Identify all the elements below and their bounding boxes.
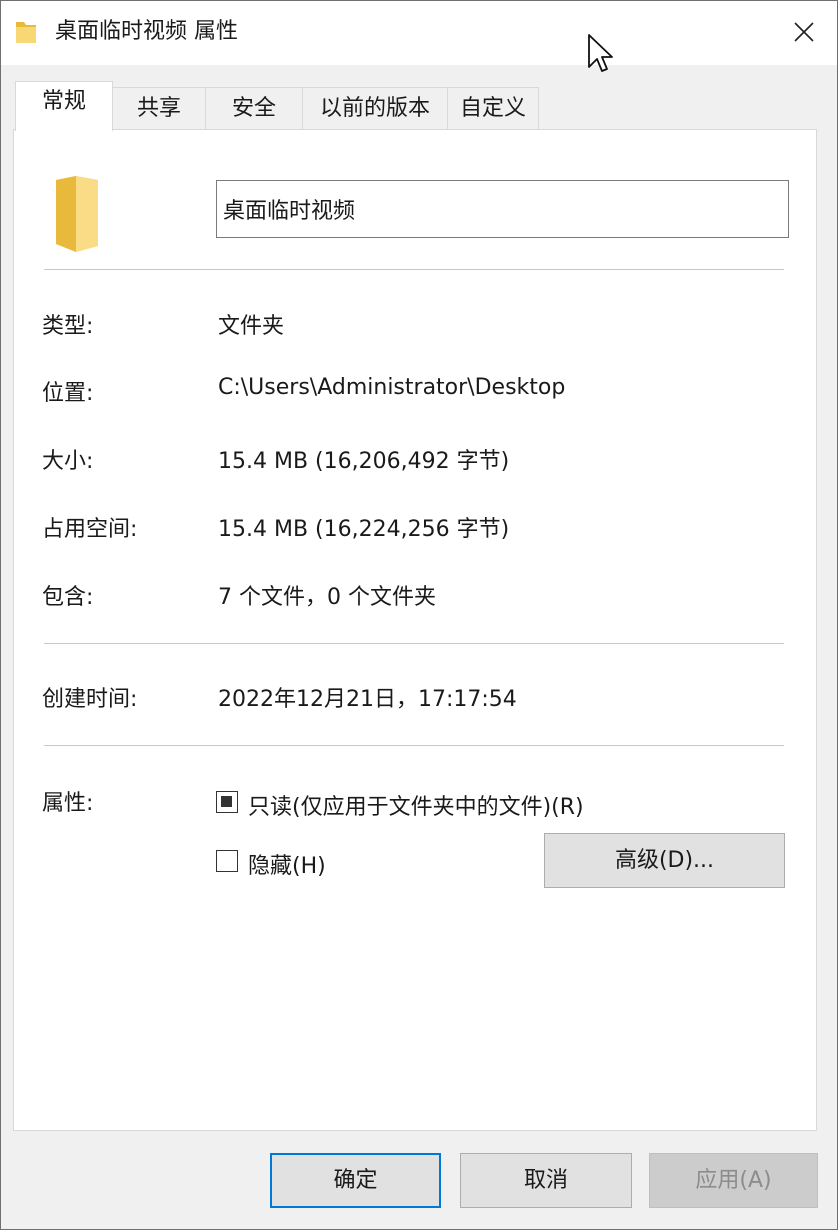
close-icon — [794, 22, 814, 42]
location-value: C:\Users\Administrator\Desktop — [218, 375, 566, 400]
separator — [44, 745, 784, 746]
mouse-cursor-icon — [588, 34, 613, 72]
tab-security[interactable]: 安全 — [205, 87, 303, 129]
readonly-checkbox-label[interactable]: 只读(仅应用于文件夹中的文件)(R) — [248, 789, 584, 821]
size-on-disk-label: 占用空间: — [42, 517, 138, 542]
separator — [44, 269, 784, 270]
separator — [44, 643, 784, 644]
attributes-label: 属性: — [42, 791, 94, 816]
ok-button[interactable]: 确定 — [270, 1153, 441, 1208]
tab-previous-versions[interactable]: 以前的版本 — [302, 87, 448, 129]
tab-sharing[interactable]: 共享 — [112, 87, 206, 129]
size-label: 大小: — [42, 449, 94, 474]
created-label: 创建时间: — [42, 687, 138, 712]
folder-name-input[interactable] — [216, 180, 789, 238]
type-value: 文件夹 — [218, 314, 285, 339]
general-tab-panel: 类型: 文件夹 位置: C:\Users\Administrator\Deskt… — [13, 129, 817, 1131]
tab-general[interactable]: 常规 — [15, 81, 113, 131]
cancel-button[interactable]: 取消 — [460, 1153, 632, 1208]
window-title: 桌面临时视频 属性 — [55, 19, 238, 44]
contains-value: 7 个文件，0 个文件夹 — [218, 585, 436, 610]
size-on-disk-value: 15.4 MB (16,224,256 字节) — [218, 517, 510, 542]
hidden-checkbox-label[interactable]: 隐藏(H) — [248, 848, 326, 880]
location-label: 位置: — [42, 381, 94, 406]
folder-large-icon — [56, 176, 98, 252]
title-bar: 桌面临时视频 属性 — [1, 1, 837, 72]
advanced-button[interactable]: 高级(D)... — [544, 833, 785, 888]
tab-customize[interactable]: 自定义 — [447, 87, 539, 129]
created-value: 2022年12月21日，17:17:54 — [218, 687, 517, 712]
size-value: 15.4 MB (16,206,492 字节) — [218, 449, 510, 474]
contains-label: 包含: — [42, 585, 94, 610]
apply-button: 应用(A) — [649, 1153, 818, 1208]
close-button[interactable] — [769, 1, 837, 65]
folder-icon — [16, 22, 36, 43]
properties-window: 桌面临时视频 属性 常规 共享 安全 以前的版本 自定义 类型: 文件夹 位置:… — [0, 0, 838, 1230]
readonly-checkbox[interactable] — [216, 791, 238, 813]
type-label: 类型: — [42, 314, 94, 339]
hidden-checkbox[interactable] — [216, 850, 238, 872]
